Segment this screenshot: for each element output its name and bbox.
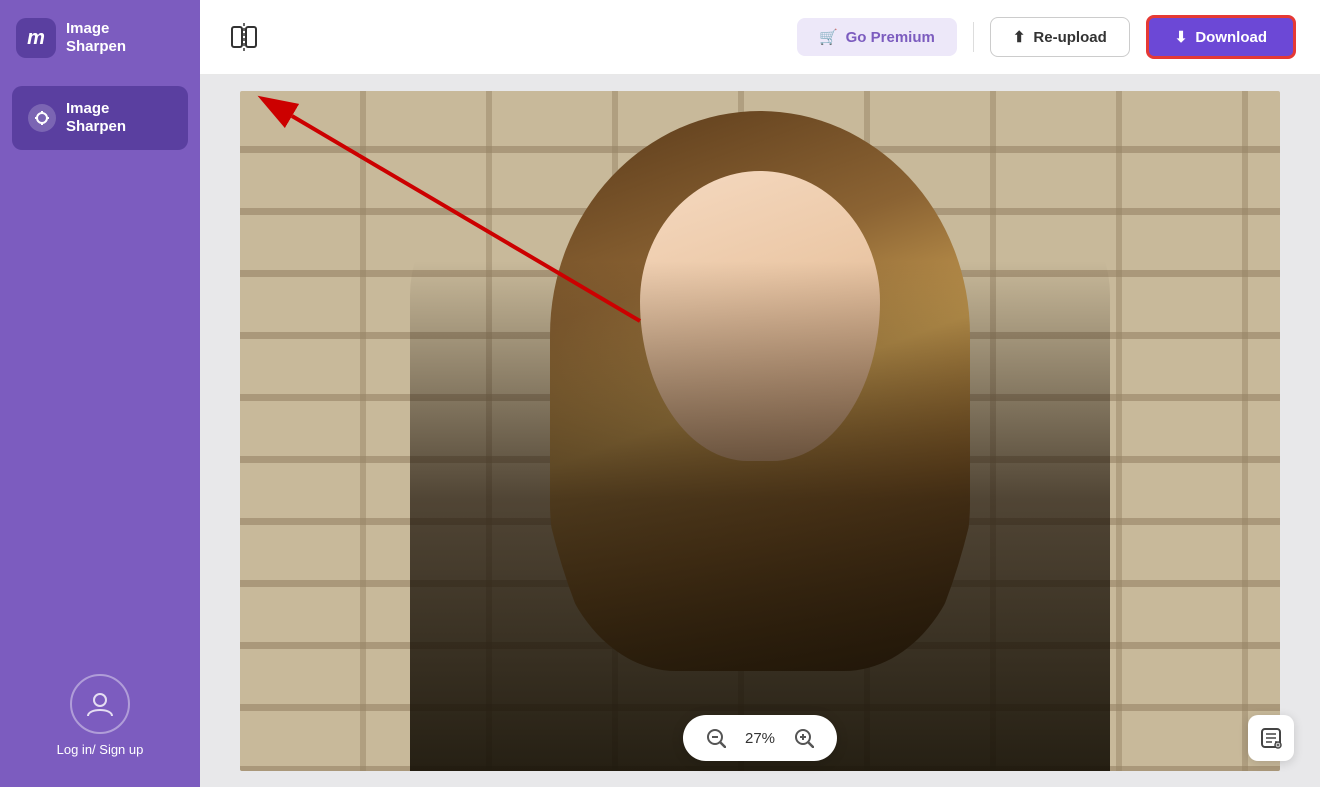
topbar-left (224, 17, 264, 57)
topbar: 🛒 Go Premium ⬆ Re-upload ⬇ Download (200, 0, 1320, 75)
go-premium-button[interactable]: 🛒 Go Premium (797, 18, 957, 56)
image-container (240, 91, 1280, 771)
download-label: Download (1195, 29, 1267, 46)
sidebar: m Image Sharpen Image Sharpen (0, 0, 200, 787)
app-logo-text: Image Sharpen (66, 20, 126, 56)
zoom-controls: 27% (683, 715, 837, 761)
login-text[interactable]: Log in/ Sign up (57, 742, 144, 757)
app-logo-icon: m (16, 18, 56, 58)
download-button[interactable]: ⬇ Download (1146, 15, 1296, 59)
zoom-in-button[interactable] (789, 723, 819, 753)
cart-icon: 🛒 (819, 28, 838, 46)
compare-view-button[interactable] (224, 17, 264, 57)
main-content: 🛒 Go Premium ⬆ Re-upload ⬇ Download (200, 0, 1320, 787)
button-divider (973, 22, 974, 52)
person-clothing (410, 91, 1110, 771)
zoom-out-button[interactable] (701, 723, 731, 753)
sidebar-nav: Image Sharpen (0, 76, 200, 160)
reupload-button[interactable]: ⬆ Re-upload (990, 17, 1130, 57)
premium-label: Go Premium (846, 29, 935, 46)
sidebar-logo: m Image Sharpen (0, 0, 200, 76)
reupload-label: Re-upload (1033, 29, 1106, 46)
upload-icon: ⬆ (1013, 28, 1026, 46)
sidebar-bottom: Log in/ Sign up (57, 674, 144, 757)
user-avatar[interactable] (70, 674, 130, 734)
download-icon: ⬇ (1175, 28, 1188, 46)
zoom-value: 27% (731, 730, 789, 747)
notes-button[interactable] (1248, 715, 1294, 761)
image-sharpen-icon (28, 104, 56, 132)
photo-background (240, 91, 1280, 771)
topbar-right: 🛒 Go Premium ⬆ Re-upload ⬇ Download (797, 15, 1296, 59)
canvas-area: 27% (200, 75, 1320, 787)
sidebar-item-image-sharpen[interactable]: Image Sharpen (12, 86, 188, 150)
sidebar-item-label: Image Sharpen (66, 100, 126, 136)
